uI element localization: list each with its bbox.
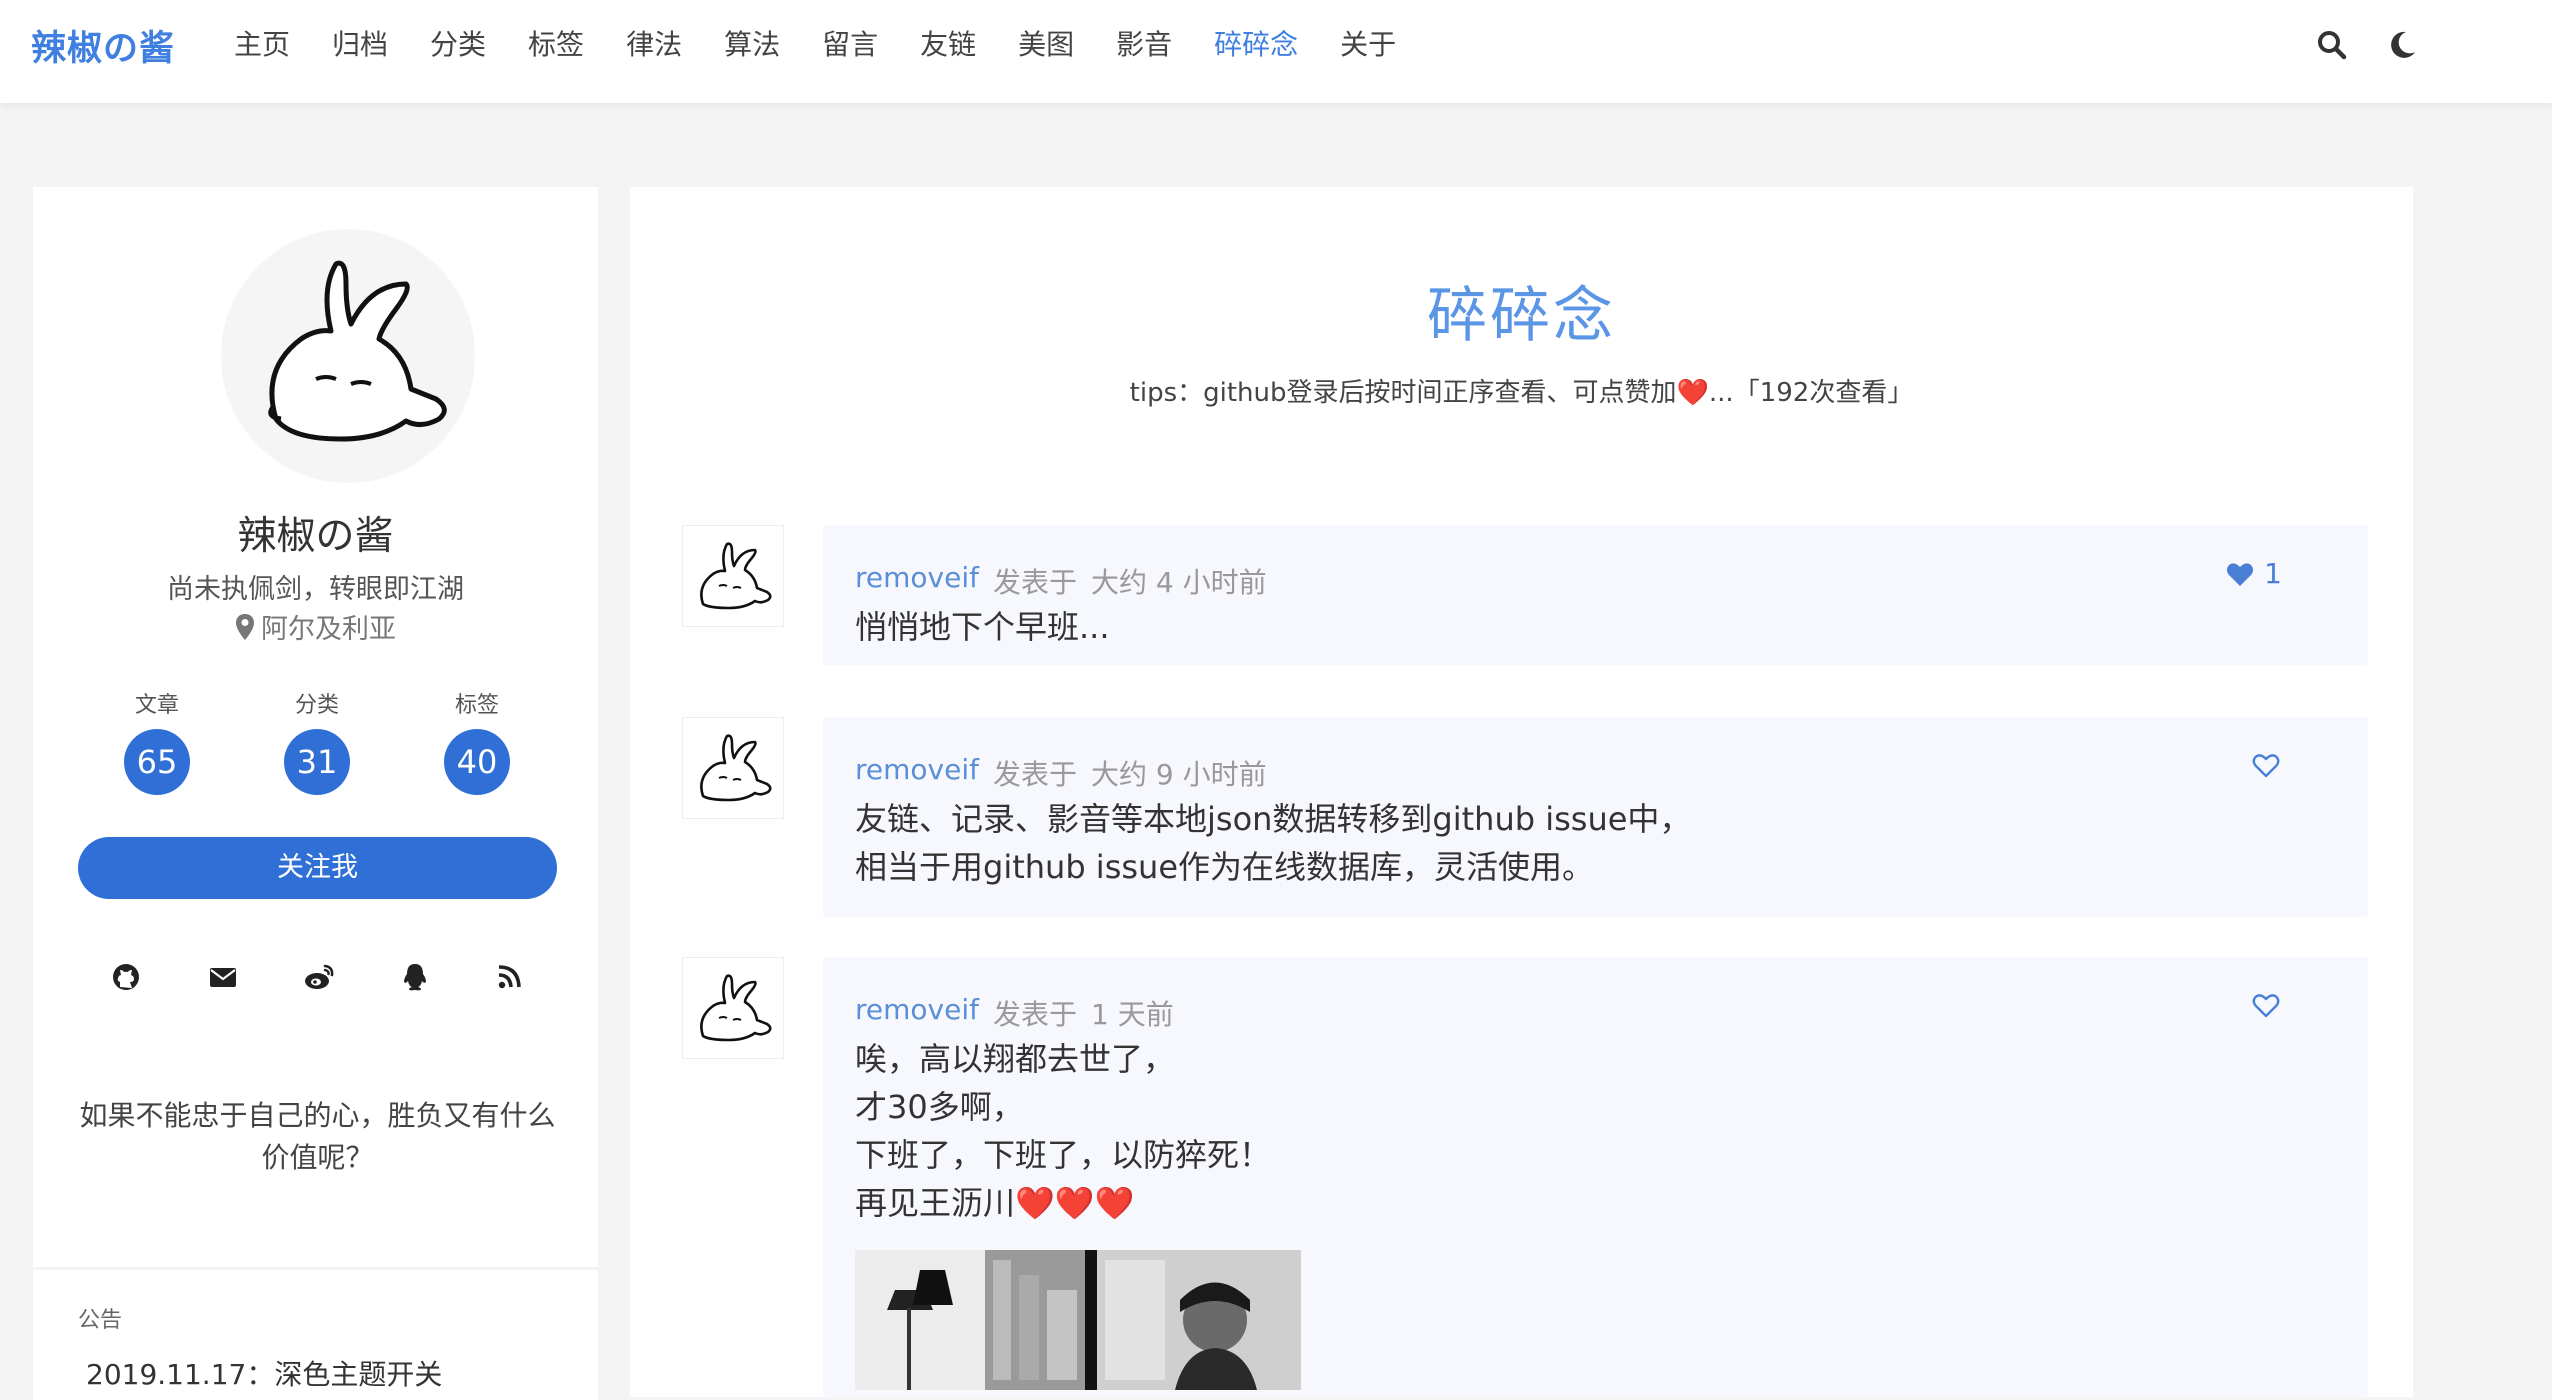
talk-meta: removeif 发表于 1 天前 [855,993,1174,1033]
author-name: 辣椒の酱 [237,514,394,559]
talk-avatar [682,525,784,627]
talk-line: 再见王沥川❤️❤️❤️ [855,1184,1135,1222]
talk-time: 大约 4 小时前 [1090,566,1267,599]
talk-content: 友链、记录、影音等本地json数据转移到github issue中， 相当于用g… [855,795,1691,891]
main-content: 碎碎念 tips：github登录后按时间正序查看、可点赞加❤️...「192次… [630,187,2413,1397]
talk-meta: removeif 发表于 大约 9 小时前 [855,753,1267,793]
location-text: 阿尔及利亚 [261,614,396,645]
talk-avatar [682,957,784,1059]
talk-content: 唉，高以翔都去世了， 才30多啊， 下班了，下班了，以防猝死！ 再见王沥川❤️❤… [855,1035,1271,1227]
site-logo[interactable]: 辣椒の酱 [31,20,175,71]
talk-line: 相当于用github issue作为在线数据库，灵活使用。 [855,848,1595,886]
talk-author[interactable]: removeif [855,993,979,1033]
talk-line: 唉，高以翔都去世了， [855,1040,1176,1078]
top-navbar: 辣椒の酱 主页 归档 分类 标签 律法 算法 留言 友链 美图 影音 碎碎念 关… [0,0,2552,103]
nav-item-friends[interactable]: 友链 [920,27,976,63]
qq-icon[interactable] [395,957,435,997]
talk-line: 才30多啊， [855,1088,1024,1126]
talk-line: 悄悄地下个早班... [855,608,1110,646]
stat-label: 分类 [294,693,339,718]
heart-outline-icon [2252,994,2280,1018]
heart-filled-icon [2227,562,2254,586]
talk-posted-label: 发表于 [992,566,1077,599]
like-button[interactable] [2250,989,2282,1021]
page-title: 碎碎念 [1427,281,1616,351]
stat-value[interactable]: 31 [284,729,350,795]
talk-item: removeif 发表于 大约 4 小时前 1 悄悄地下个早班... [823,525,2368,665]
talk-avatar [682,717,784,819]
talk-item: removeif 发表于 大约 9 小时前 友链、记录、影音等本地json数据转… [823,717,2368,917]
stat-tags[interactable]: 标签 40 [417,687,537,795]
talk-line: 友链、记录、影音等本地json数据转移到github issue中， [855,800,1692,838]
talk-time: 大约 9 小时前 [1090,758,1267,791]
follow-button[interactable]: 关注我 [78,837,557,899]
talk-posted-label: 发表于 [992,998,1077,1031]
nav-item-law[interactable]: 律法 [626,27,682,63]
main-nav: 主页 归档 分类 标签 律法 算法 留言 友链 美图 影音 碎碎念 关于 [234,27,1438,63]
stat-label: 文章 [134,693,179,718]
rss-icon[interactable] [490,957,530,997]
weibo-icon[interactable] [299,957,339,997]
notice-title: 公告 [78,1308,123,1333]
stat-value[interactable]: 40 [444,729,510,795]
stat-posts[interactable]: 文章 65 [97,687,217,795]
notice-card: 公告 2019.11.17：深色主题开关 [33,1270,598,1400]
talk-image [855,1250,1301,1390]
talk-content: 悄悄地下个早班... [855,603,1110,651]
nav-item-categories[interactable]: 分类 [430,27,486,63]
author-motto: 尚未执佩剑，转眼即江湖 [167,574,464,605]
nav-item-about[interactable]: 关于 [1340,27,1396,63]
nav-item-message[interactable]: 留言 [822,27,878,63]
talk-posted-label: 发表于 [992,758,1077,791]
like-button[interactable]: 1 [2224,557,2282,590]
talk-time: 1 天前 [1090,998,1174,1031]
nav-item-home[interactable]: 主页 [234,27,290,63]
author-location: 阿尔及利亚 [33,607,598,646]
nav-item-gallery[interactable]: 美图 [1018,27,1074,63]
nav-item-archives[interactable]: 归档 [332,27,388,63]
github-icon[interactable] [106,957,146,997]
profile-card: 辣椒の酱 尚未执佩剑，转眼即江湖 阿尔及利亚 文章 65 分类 31 标签 40… [33,187,598,1267]
talk-photo[interactable] [855,1250,1301,1390]
talk-meta: removeif 发表于 大约 4 小时前 [855,561,1267,601]
notice-text[interactable]: 2019.11.17：深色主题开关 [86,1353,442,1393]
sidebar-quote: 如果不能忠于自己的心，胜负又有什么价值呢？ [79,1099,556,1174]
avatar [221,229,475,483]
nav-item-tags[interactable]: 标签 [528,27,584,63]
search-icon[interactable] [2312,25,2352,65]
talk-line: 下班了，下班了，以防猝死！ [855,1136,1272,1174]
nav-item-talk[interactable]: 碎碎念 [1214,27,1298,63]
mail-icon[interactable] [203,957,243,997]
stat-value[interactable]: 65 [124,729,190,795]
page-tips: tips：github登录后按时间正序查看、可点赞加❤️...「192次查看」 [1129,378,1914,408]
heart-outline-icon [2252,754,2280,778]
nav-item-media[interactable]: 影音 [1116,27,1172,63]
stat-label: 标签 [454,693,499,718]
talk-author[interactable]: removeif [855,561,979,601]
talk-author[interactable]: removeif [855,753,979,793]
location-pin-icon [236,613,254,640]
like-button[interactable] [2250,749,2282,781]
nav-item-algorithm[interactable]: 算法 [724,27,780,63]
talk-item: removeif 发表于 1 天前 唉，高以翔都去世了， 才30多啊， 下班了，… [823,957,2368,1397]
like-count: 1 [2264,557,2282,590]
stat-categories[interactable]: 分类 31 [257,687,377,795]
moon-icon[interactable] [2382,25,2422,65]
